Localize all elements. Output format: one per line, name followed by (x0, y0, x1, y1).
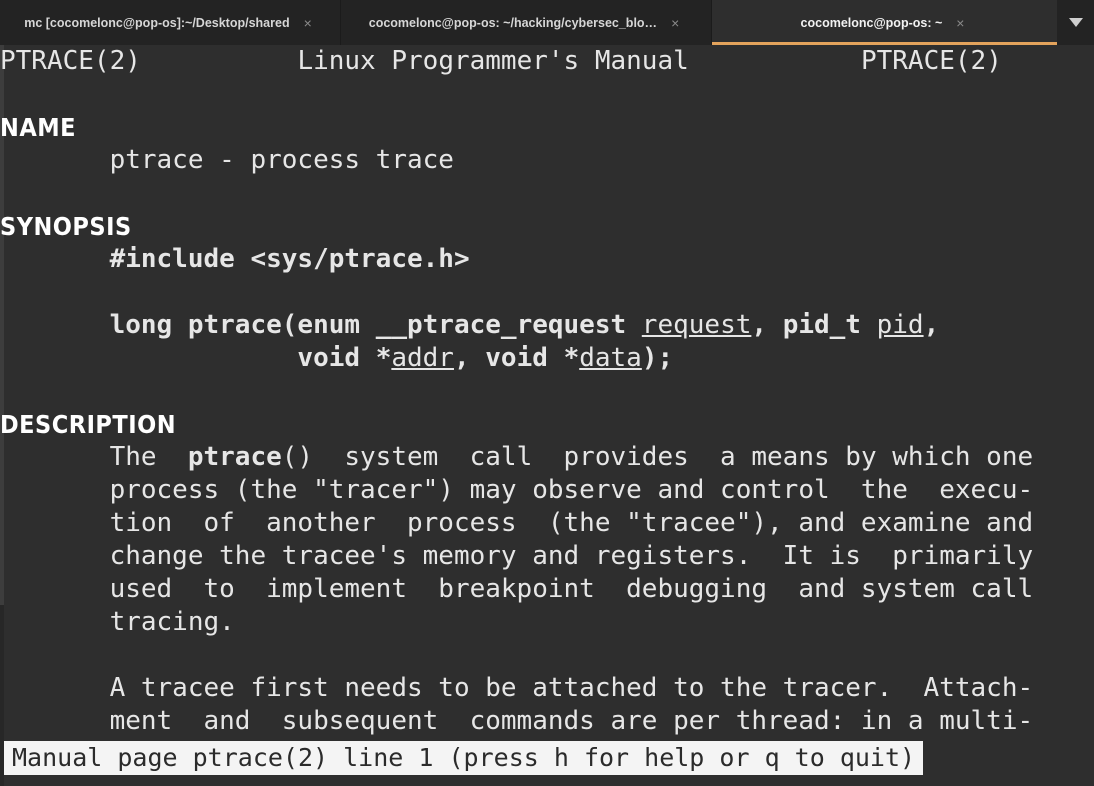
man-header-left: PTRACE(2) (0, 46, 141, 76)
text-segment: , (751, 310, 783, 340)
chevron-down-icon (1068, 18, 1083, 27)
text-segment: long ptrace( (0, 310, 298, 340)
man-text-line (0, 276, 1094, 309)
section-title: SYNOPSIS (0, 210, 1094, 243)
man-text-line: void *addr, void *data); (0, 342, 1094, 375)
text-segment: ); (641, 343, 674, 373)
text-segment: void (0, 343, 376, 373)
text-segment: tracing. (0, 607, 235, 637)
text-segment: pid (876, 310, 924, 340)
section-heading-text: SYNOPSIS (0, 212, 132, 241)
text-segment: , (923, 310, 940, 340)
man-text-line: change the tracee's memory and registers… (0, 540, 1094, 573)
text-segment: data (579, 343, 642, 373)
text-segment: ptrace - process trace (0, 145, 454, 175)
man-header-center: Linux Programmer's Manual (297, 46, 689, 76)
close-icon[interactable]: × (956, 16, 964, 30)
text-segment: * (375, 343, 392, 373)
text-segment: process (the "tracer") may observe and c… (0, 475, 1034, 505)
text-segment: ment and subsequent commands are per thr… (0, 706, 1034, 736)
man-header-line: PTRACE(2) Linux Programmer's Manual PTRA… (0, 45, 1094, 78)
tab-cybersec-blog[interactable]: cocomelonc@pop-os: ~/hacking/cybersec_bl… (341, 0, 711, 45)
tab-mc-desktop-shared[interactable]: mc [cocomelonc@pop-os]:~/Desktop/shared … (0, 0, 340, 45)
terminal-content[interactable]: PTRACE(2) Linux Programmer's Manual PTRA… (0, 45, 1094, 786)
man-text-line (0, 639, 1094, 672)
text-segment: request (641, 310, 752, 340)
close-icon[interactable]: × (671, 16, 679, 30)
text-segment: change the tracee's memory and registers… (0, 541, 1034, 571)
tab-home-active[interactable]: cocomelonc@pop-os: ~ × (712, 0, 1057, 45)
section-title: DESCRIPTION (0, 408, 1094, 441)
man-header-right: PTRACE(2) (860, 46, 1002, 76)
less-status-line[interactable]: Manual page ptrace(2) line 1 (press h fo… (4, 741, 924, 775)
text-segment: used to implement breakpoint debugging a… (0, 574, 1034, 604)
text-segment: tion of another process (the "tracee"), … (0, 508, 1034, 538)
section-heading-text: NAME (0, 113, 76, 142)
text-segment: A tracee first needs to be attached to t… (0, 673, 1034, 703)
text-segment: () system call provides a means by which… (281, 442, 1034, 472)
text-segment: pid_t (782, 310, 877, 340)
text-segment: The (0, 442, 188, 472)
man-text-line: A tracee first needs to be attached to t… (0, 672, 1094, 705)
man-text-line: tion of another process (the "tracee"), … (0, 507, 1094, 540)
man-text-line: ment and subsequent commands are per thr… (0, 705, 1094, 738)
man-text-line: process (the "tracer") may observe and c… (0, 474, 1094, 507)
man-text-line: #include <sys/ptrace.h> (0, 243, 1094, 276)
tab-list-menu-button[interactable] (1057, 0, 1094, 45)
close-icon[interactable]: × (304, 16, 312, 30)
text-segment: * (563, 343, 580, 373)
text-segment: ptrace (187, 442, 282, 472)
man-text-line: long ptrace(enum __ptrace_request reques… (0, 309, 1094, 342)
text-segment: enum __ptrace_request (297, 310, 642, 340)
text-segment: #include <sys/ptrace.h> (0, 244, 470, 274)
man-text-line: The ptrace() system call provides a mean… (0, 441, 1094, 474)
tab-label: mc [cocomelonc@pop-os]:~/Desktop/shared (24, 15, 290, 30)
tab-bar: mc [cocomelonc@pop-os]:~/Desktop/shared … (0, 0, 1094, 45)
text-segment: addr (391, 343, 454, 373)
man-text-line: used to implement breakpoint debugging a… (0, 573, 1094, 606)
section-heading-text: DESCRIPTION (0, 410, 177, 439)
man-page-text: PTRACE(2) Linux Programmer's Manual PTRA… (0, 45, 1094, 771)
text-segment: void (485, 343, 564, 373)
tab-label: cocomelonc@pop-os: ~/hacking/cybersec_bl… (368, 15, 658, 30)
man-text-line: tracing. (0, 606, 1094, 639)
text-segment: , (453, 343, 486, 373)
tab-label: cocomelonc@pop-os: ~ (800, 15, 943, 30)
section-title: NAME (0, 111, 1094, 144)
man-text-line: ptrace - process trace (0, 144, 1094, 177)
